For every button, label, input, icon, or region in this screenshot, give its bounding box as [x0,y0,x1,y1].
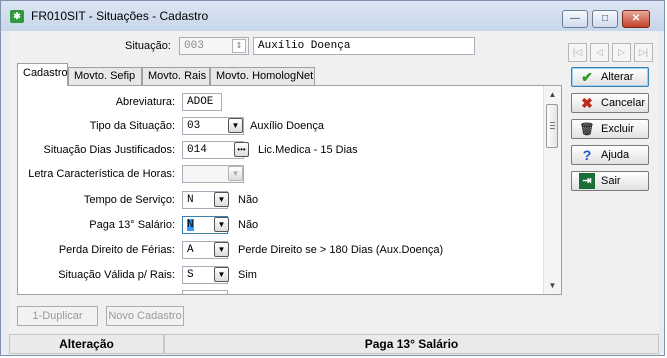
alterar-button[interactable]: ✔ Alterar [571,67,649,87]
dias-justificados-desc: Lic.Medica - 15 Dias [258,144,358,156]
status-bar: Alteração Paga 13° Salário [9,334,659,354]
next-record-button[interactable]: ▷ [612,43,631,62]
cancelar-label: Cancelar [601,97,646,109]
tab-movto-homolognet[interactable]: Movto. HomologNet [210,67,315,85]
novo-cadastro-button[interactable]: Novo Cadastro [106,306,184,326]
alterar-label: Alterar [601,71,634,83]
dias-justificados-value: 014 [187,144,207,156]
tab-movto-rais[interactable]: Movto. Rais [142,67,210,85]
tab-movto-sefip[interactable]: Movto. Sefip [68,67,142,85]
tipo-situacao-value: 03 [187,120,201,132]
duplicar-button[interactable]: 1-Duplicar [17,306,98,326]
cadastro-panel: Abreviatura: ADOE Tipo da Situação: 03 ▼… [17,85,562,295]
valida-rais-desc: Sim [238,269,257,281]
title-bar: ✱ FR010SIT - Situações - Cadastro — □ ✕ [1,1,664,31]
perda-ferias-value: A [187,244,194,256]
sair-label: Sair [601,175,621,187]
tempo-servico-label: Tempo de Serviço: [83,194,175,206]
sair-button[interactable]: ⇥ Sair [571,171,649,191]
grip-line [550,128,555,129]
ajuda-button[interactable]: ? Ajuda [571,145,649,165]
tempo-servico-desc: Não [238,194,259,206]
tipo-situacao-desc: Auxílio Doença [250,120,324,132]
abreviatura-label: Abreviatura: [115,96,175,108]
valida-rais-value: S [187,269,194,281]
grip-line [550,122,555,123]
first-record-button[interactable]: |◁ [568,43,587,62]
tipo-situacao-label: Tipo da Situação: [89,120,175,132]
letra-horas-label: Letra Característica de Horas: [28,168,175,180]
x-icon: ✖ [581,95,593,111]
exit-icon: ⇥ [579,173,595,189]
perda-ferias-desc: Perde Direito se > 180 Dias (Aux.Doença) [238,244,444,256]
situacao-spinner[interactable]: ⇕ [232,39,246,53]
minimize-button[interactable]: — [562,10,588,28]
situacao-desc-value: Auxílio Doença [258,40,351,52]
situacao-label: Situação: [125,40,171,52]
tipo-situacao-dropdown-icon[interactable]: ▼ [228,118,243,133]
trash-icon: 🗑 [579,122,595,136]
scroll-down-icon[interactable]: ▼ [545,278,560,293]
excluir-label: Excluir [601,123,635,135]
last-record-button[interactable]: ▷| [634,43,653,62]
tab-cadastro[interactable]: Cadastro [17,63,68,86]
tempo-servico-dropdown-icon[interactable]: ▼ [214,192,229,207]
situacao-code-value: 003 [184,40,204,52]
valida-rais-label: Situação Válida p/ Rais: [58,269,175,281]
paga-13-dropdown-icon[interactable]: ▼ [214,217,229,232]
excluir-button[interactable]: 🗑 Excluir [571,119,649,139]
status-mode: Alteração [9,334,164,354]
tempo-servico-value: N [187,194,194,206]
app-icon: ✱ [10,10,24,23]
paga-13-value: N [187,219,194,231]
close-button[interactable]: ✕ [622,10,650,28]
dias-justificados-label: Situação Dias Justificados: [43,144,175,156]
abreviatura-field[interactable]: ADOE [182,93,222,111]
help-icon: ? [582,147,592,163]
grip-line [550,125,555,126]
perda-ferias-label: Perda Direito de Férias: [58,244,175,256]
window-title: FR010SIT - Situações - Cadastro [31,9,209,23]
status-field: Paga 13° Salário [164,334,659,354]
main-window: ✱ FR010SIT - Situações - Cadastro — □ ✕ … [0,0,665,356]
check-icon: ✔ [581,69,593,85]
scroll-thumb[interactable] [546,104,558,148]
vertical-scrollbar[interactable]: ▲ ▼ [543,86,561,294]
ajuda-label: Ajuda [601,149,630,161]
paga-13-desc: Não [238,219,259,231]
previous-record-button[interactable]: ◁ [590,43,609,62]
dias-justificados-lookup-button[interactable]: ••• [234,142,249,157]
scroll-up-icon[interactable]: ▲ [545,87,560,102]
maximize-button[interactable]: □ [592,10,618,28]
abreviatura-value: ADOE [187,96,214,108]
situacao-desc-field[interactable]: Auxílio Doença [253,37,475,55]
perda-ferias-dropdown-icon[interactable]: ▼ [214,242,229,257]
next-row-field[interactable] [182,290,228,294]
letra-horas-dropdown-icon[interactable]: ▼ [228,166,243,181]
paga-13-label: Paga 13° Salário: [89,219,175,231]
valida-rais-dropdown-icon[interactable]: ▼ [214,267,229,282]
cancelar-button[interactable]: ✖ Cancelar [571,93,649,113]
